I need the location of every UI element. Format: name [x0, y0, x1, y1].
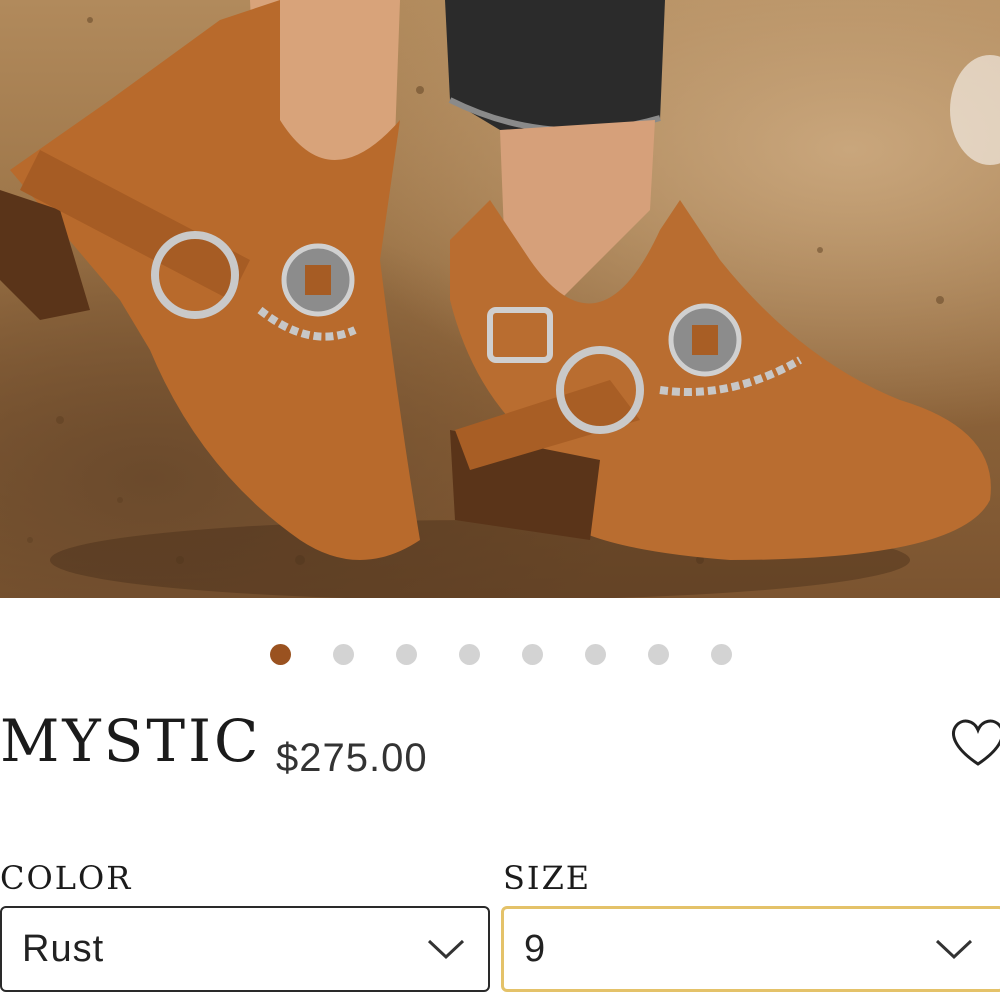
chevron-down-icon — [427, 939, 465, 960]
carousel-dot[interactable] — [585, 643, 606, 665]
product-price: $275.00 — [276, 736, 428, 780]
product-title: MYSTIC — [0, 707, 262, 775]
carousel-dot[interactable] — [333, 643, 354, 665]
chevron-down-icon — [935, 939, 973, 960]
boots-photo — [0, 0, 991, 598]
color-select[interactable]: Rust — [0, 906, 490, 992]
carousel-dots — [270, 643, 732, 665]
carousel-dot[interactable] — [522, 643, 543, 665]
carousel-dot[interactable] — [459, 643, 480, 665]
size-value: 9 — [524, 927, 547, 970]
product-image[interactable] — [0, 0, 1000, 598]
heart-icon[interactable] — [948, 712, 1000, 772]
color-label: COLOR — [0, 859, 133, 897]
carousel-dot[interactable] — [270, 643, 291, 665]
size-select[interactable]: 9 — [501, 906, 1000, 992]
carousel-dot[interactable] — [711, 643, 732, 665]
carousel-dot[interactable] — [396, 643, 417, 665]
color-value: Rust — [22, 927, 105, 970]
size-label: SIZE — [503, 859, 592, 897]
carousel-dot[interactable] — [648, 643, 669, 665]
